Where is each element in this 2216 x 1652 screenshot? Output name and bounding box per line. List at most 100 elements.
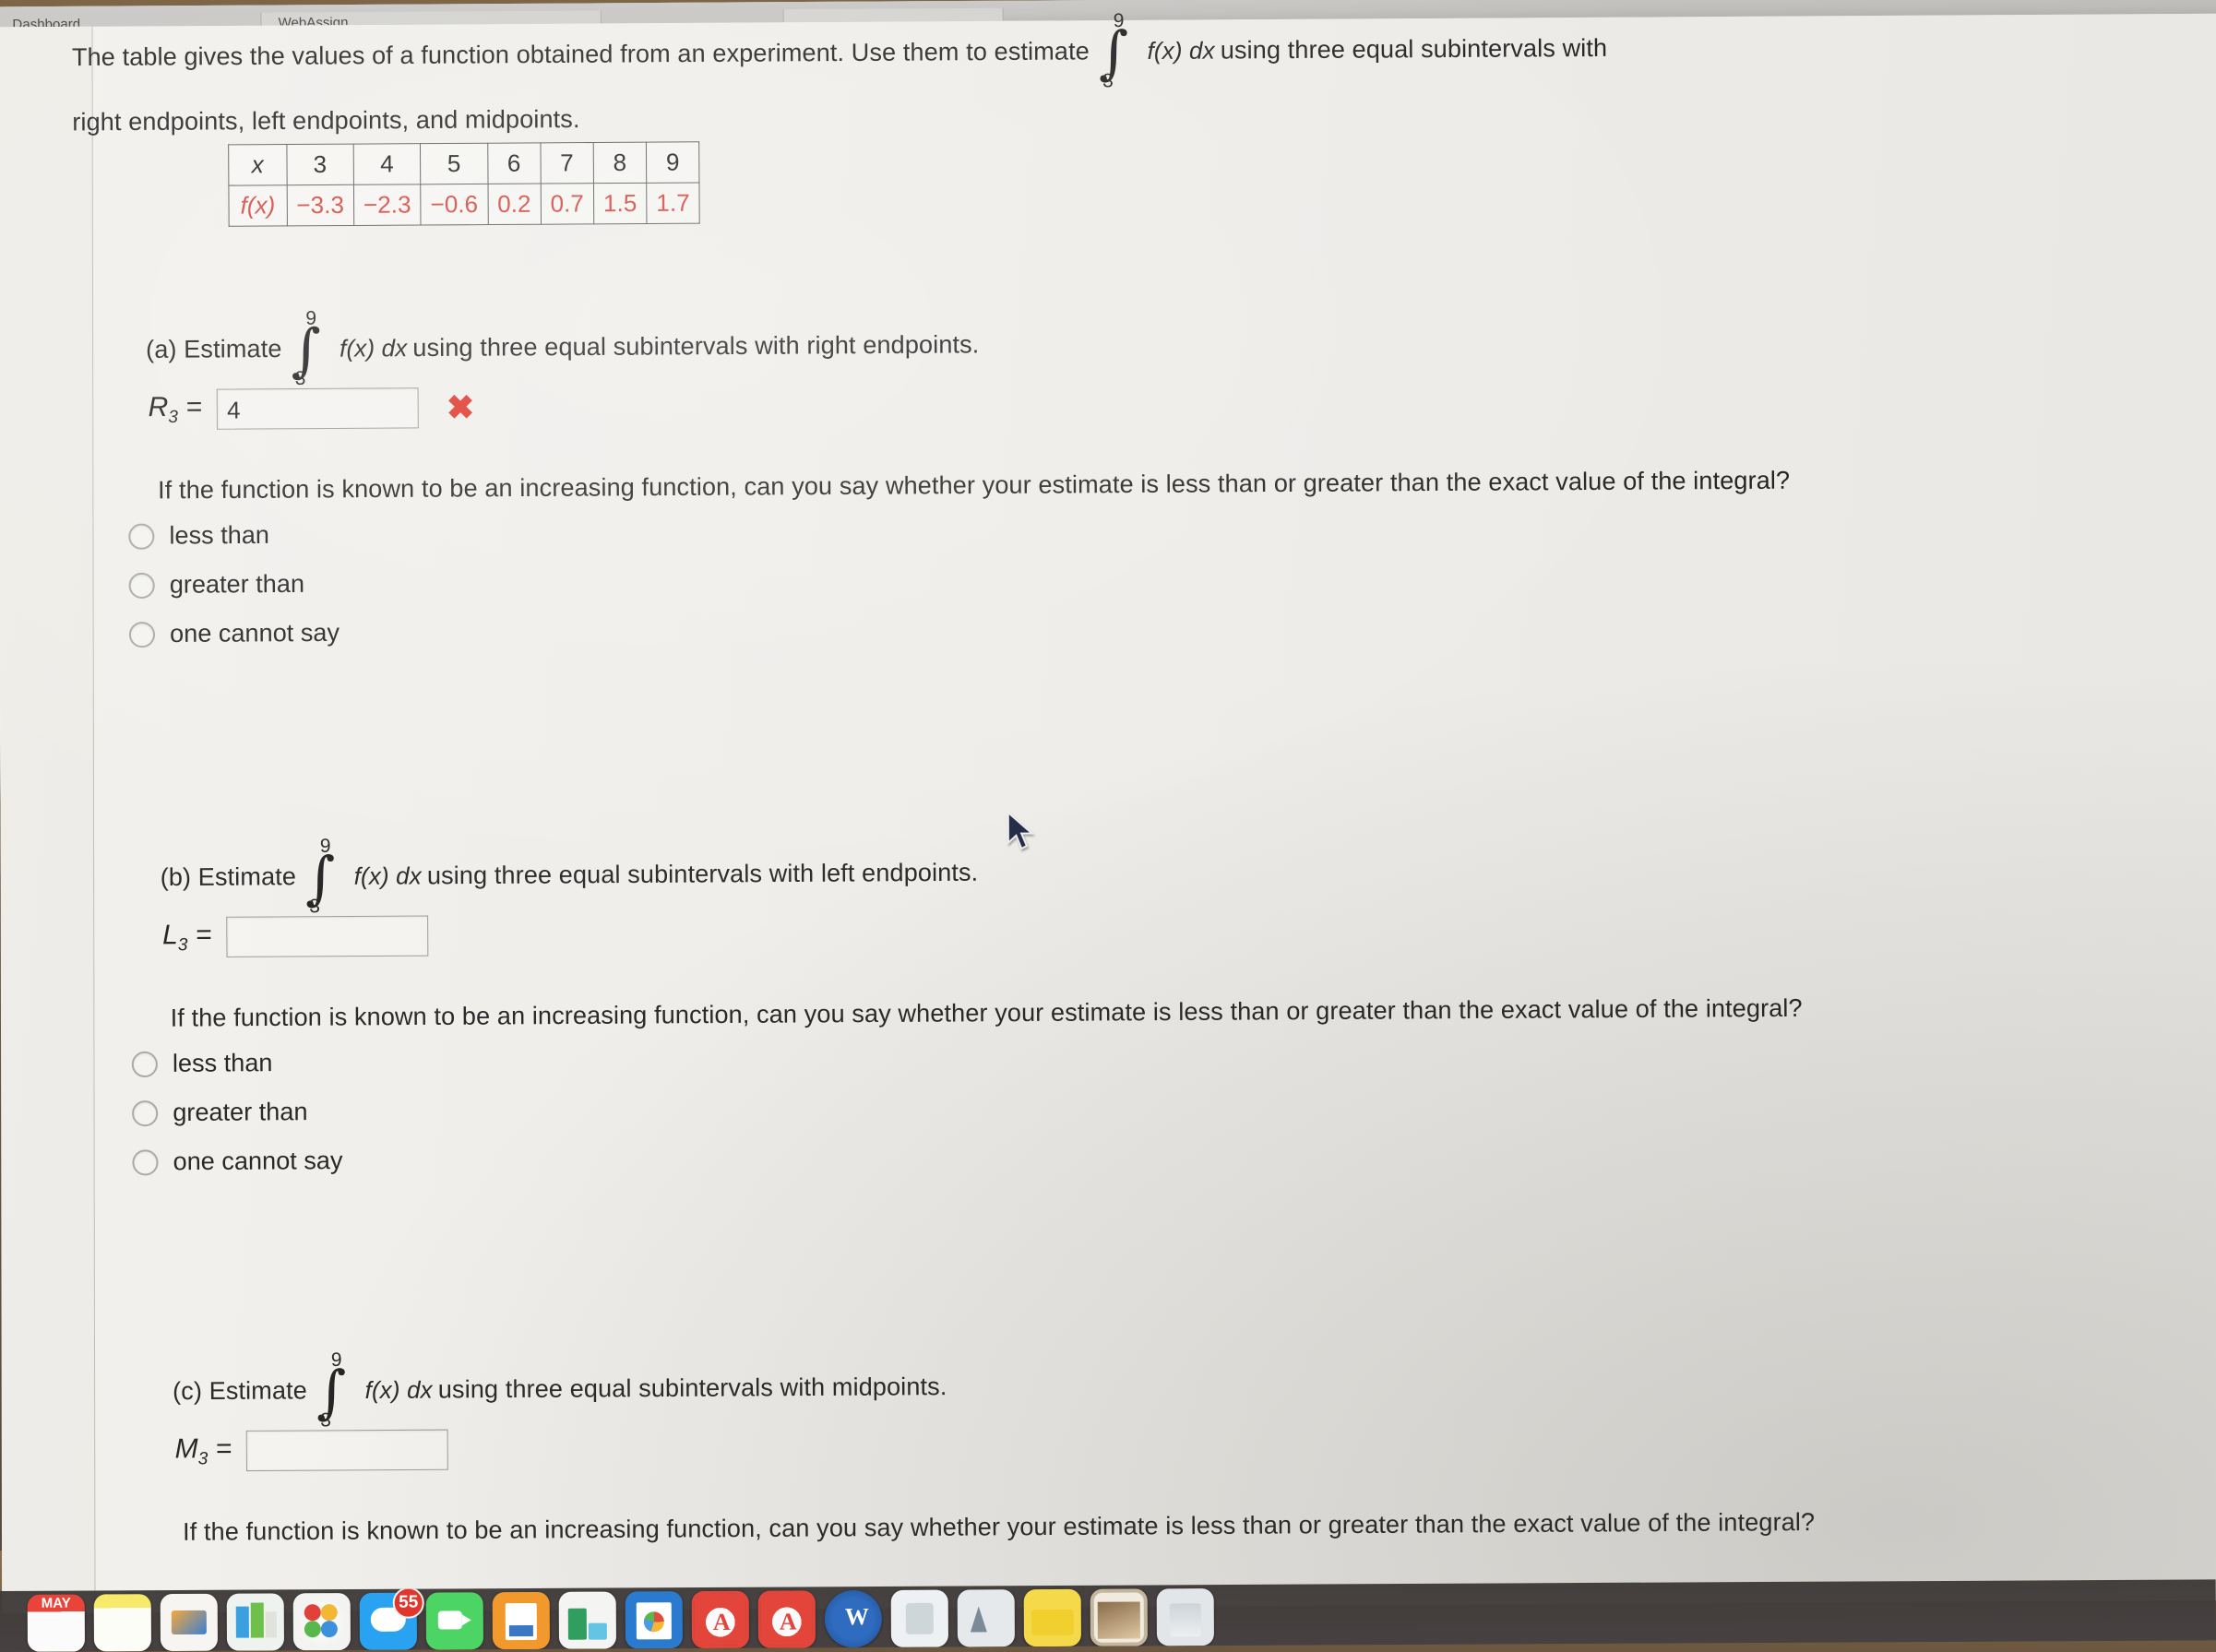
part-b-prompt: (b) Estimate 9 ∫ 3 f(x) dx using three e… — [160, 835, 2206, 917]
integrand: f(x) dx — [364, 1375, 433, 1404]
picture-frame-icon[interactable] — [1090, 1588, 1148, 1646]
stem-text-before: The table gives the values of a function… — [71, 37, 1090, 72]
macos-dock: MAY 55 A A W — [0, 1579, 2216, 1652]
part-a: (a) Estimate 9 ∫ 3 f(x) dx using three e… — [90, 307, 2204, 670]
radio-button-icon[interactable] — [132, 1149, 159, 1176]
photos-icon[interactable] — [292, 1593, 351, 1651]
option-label: less than — [172, 1049, 273, 1078]
acrobat-reader-icon[interactable]: A — [757, 1590, 816, 1648]
table-cell-fx: 0.2 — [487, 184, 542, 225]
trash-icon[interactable] — [1156, 1588, 1214, 1646]
integrand: f(x) dx — [340, 333, 408, 362]
table-cell-x: 9 — [646, 141, 700, 184]
integral-symbol: 9 ∫ 3 — [316, 1349, 347, 1432]
part-a-prompt: (a) Estimate 9 ∫ 3 f(x) dx using three e… — [146, 307, 2202, 389]
incorrect-x-icon: ✖ — [446, 388, 475, 427]
row-header-x: x — [228, 144, 287, 186]
part-c-prompt-before: (c) Estimate — [173, 1376, 308, 1406]
radio-button-icon[interactable] — [131, 1051, 158, 1078]
part-c-prompt: (c) Estimate 9 ∫ 3 f(x) dx using three e… — [173, 1349, 2209, 1432]
part-b-variable-label: L3 = — [162, 920, 212, 956]
part-b-options: less than greater than one cannot say — [131, 1038, 2208, 1177]
part-b-option-one-cannot-say[interactable]: one cannot say — [132, 1135, 2207, 1177]
table-cell-x: 7 — [540, 142, 594, 184]
calendar-month-label: MAY — [41, 1595, 71, 1611]
part-a-option-less-than[interactable]: less than — [128, 509, 2203, 551]
part-a-options: less than greater than one cannot say — [128, 509, 2204, 648]
option-label: greater than — [173, 1098, 308, 1127]
preview-icon[interactable] — [890, 1589, 948, 1647]
stem-line-2: right endpoints, left endpoints, and mid… — [72, 105, 580, 137]
notes-icon[interactable] — [93, 1594, 151, 1652]
part-b-var: L — [161, 919, 178, 951]
radio-button-icon[interactable] — [128, 523, 155, 550]
part-c-equals: = — [215, 1432, 232, 1465]
table-cell-x: 5 — [420, 143, 488, 184]
integral-lower-limit: 3 — [294, 367, 306, 389]
finder-folder-icon[interactable] — [1023, 1588, 1081, 1647]
numbers-icon[interactable] — [226, 1593, 284, 1651]
acrobat-icon[interactable]: A — [691, 1590, 749, 1649]
integrand: f(x) dx — [1147, 36, 1215, 65]
assignment-page: The table gives the values of a function… — [0, 10, 2216, 1614]
part-b-prompt-before: (b) Estimate — [160, 862, 297, 892]
part-b-equals: = — [195, 919, 212, 950]
calendar-icon[interactable]: MAY — [27, 1594, 85, 1652]
part-c-var: M — [174, 1433, 198, 1465]
facetime-icon[interactable] — [425, 1592, 483, 1650]
part-a-option-greater-than[interactable]: greater than — [128, 559, 2204, 600]
part-a-option-one-cannot-say[interactable]: one cannot say — [128, 608, 2204, 649]
integrand: f(x) dx — [353, 861, 422, 890]
part-b-answer-row: L3 = — [162, 905, 2206, 958]
integral-symbol: 9 ∫ 3 — [1099, 10, 1129, 92]
radio-button-icon[interactable] — [128, 572, 155, 600]
table-cell-x: 3 — [286, 144, 354, 185]
table-cell-fx: −2.3 — [353, 184, 422, 226]
table-cell-fx: 1.5 — [593, 183, 647, 224]
table-cell-x: 6 — [487, 142, 541, 184]
part-b-option-less-than[interactable]: less than — [131, 1038, 2207, 1079]
integral-lower-limit: 3 — [1102, 70, 1114, 92]
part-c-answer-row: M3 = — [174, 1419, 2209, 1472]
problem-content: The table gives the values of a function… — [72, 10, 2216, 1613]
part-c-prompt-after: using three equal subintervals with midp… — [437, 1373, 947, 1404]
table-cell-fx: 1.7 — [646, 182, 700, 224]
photo-of-screen: Dashboard WebAssign The table gives the … — [0, 0, 2216, 1652]
integral-lower-limit: 3 — [320, 1409, 332, 1432]
part-b-prompt-after: using three equal subintervals with left… — [426, 858, 979, 890]
part-b-var-sub: 3 — [177, 934, 188, 956]
pages-icon[interactable] — [492, 1591, 550, 1650]
part-b: (b) Estimate 9 ∫ 3 f(x) dx using three e… — [93, 835, 2208, 1197]
part-c-answer-input[interactable] — [246, 1429, 449, 1472]
part-a-answer-input[interactable]: 4 — [216, 387, 419, 431]
launchpad-icon[interactable] — [957, 1589, 1015, 1647]
integral-symbol: 9 ∫ 3 — [291, 307, 321, 389]
option-label: greater than — [169, 570, 305, 600]
table-cell-x: 8 — [593, 142, 647, 184]
table-cell-fx: −0.6 — [420, 184, 488, 226]
problem-stem: The table gives the values of a function… — [71, 10, 2203, 140]
row-header-fx: f(x) — [228, 184, 287, 227]
monitor-screen: Dashboard WebAssign The table gives the … — [0, 0, 2216, 1614]
keynote-icon[interactable] — [160, 1593, 218, 1652]
function-values-table: x 3 4 5 6 7 8 9 f(x) −3.3 −2.3 −0.6 0.2 … — [228, 141, 700, 227]
messages-badge: 55 — [392, 1587, 424, 1619]
part-a-prompt-before: (a) Estimate — [146, 334, 282, 363]
option-label: less than — [169, 521, 270, 551]
part-b-answer-input[interactable] — [226, 915, 429, 958]
powerpoint-icon[interactable] — [625, 1591, 683, 1649]
part-a-answer-row: R3 = 4 ✖ — [148, 377, 2202, 431]
radio-button-icon[interactable] — [132, 1100, 159, 1127]
part-c-followup-question: If the function is known to be an increa… — [183, 1508, 1816, 1547]
radio-button-icon[interactable] — [128, 621, 156, 648]
messages-icon[interactable]: 55 — [359, 1587, 424, 1650]
table-cell-fx: 0.7 — [540, 183, 594, 225]
page-left-rail — [0, 26, 96, 1614]
browser-tab-label: Dashboard — [12, 16, 81, 28]
excel-icon[interactable] — [558, 1591, 616, 1649]
integral-lower-limit: 3 — [309, 895, 321, 918]
part-a-var: R — [148, 391, 169, 422]
table-row-fx: f(x) −3.3 −2.3 −0.6 0.2 0.7 1.5 1.7 — [228, 182, 700, 227]
part-b-option-greater-than[interactable]: greater than — [132, 1087, 2207, 1128]
word-icon[interactable]: W — [824, 1589, 882, 1648]
